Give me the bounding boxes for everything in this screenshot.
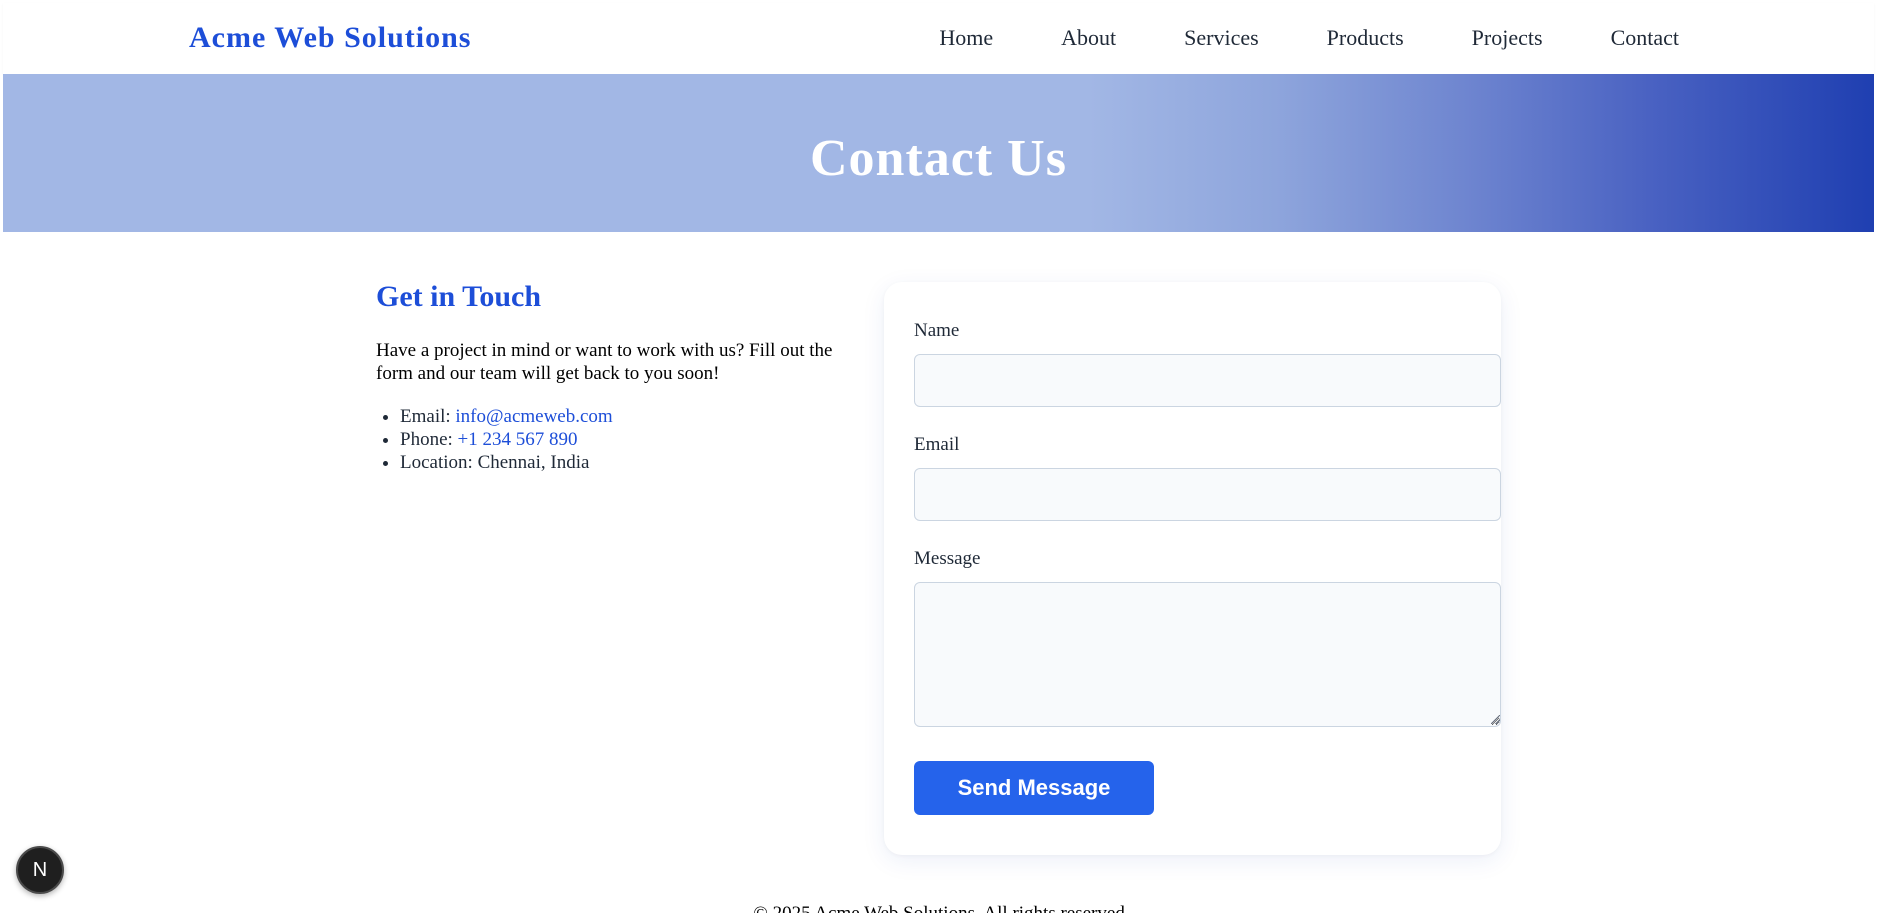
email-label-form: Email	[914, 434, 960, 455]
nav-item-contact[interactable]: Contact	[1611, 25, 1679, 51]
page: Acme Web Solutions Home About Services P…	[0, 0, 1883, 913]
contact-details-list: Email: info@acmeweb.com Phone: +1 234 56…	[376, 405, 846, 474]
contact-phone-item: Phone: +1 234 567 890	[400, 428, 846, 451]
contact-location-item: Location: Chennai, India	[400, 451, 846, 474]
section-title: Get in Touch	[376, 280, 542, 313]
message-textarea[interactable]	[914, 582, 1501, 727]
nextjs-dev-indicator-button[interactable]: N	[16, 846, 64, 894]
nav-item-about[interactable]: About	[1061, 25, 1116, 51]
location-label: Location:	[400, 452, 473, 473]
contact-email-item: Email: info@acmeweb.com	[400, 405, 846, 428]
contact-info: Get in Touch Have a project in mind or w…	[376, 280, 846, 474]
nextjs-logo-icon: N	[32, 859, 48, 881]
send-message-button[interactable]: Send Message	[914, 761, 1154, 815]
main-nav: Home About Services Products Projects Co…	[939, 25, 1679, 51]
email-input[interactable]	[914, 468, 1501, 521]
nav-item-home[interactable]: Home	[939, 25, 993, 51]
message-label: Message	[914, 548, 981, 569]
location-value: Chennai, India	[477, 452, 590, 473]
phone-label: Phone:	[400, 429, 453, 450]
name-input[interactable]	[914, 354, 1501, 407]
footer-copyright: © 2025 Acme Web Solutions. All rights re…	[0, 903, 1883, 913]
contact-form: Name Email Message Send Message	[884, 282, 1501, 855]
intro-text: Have a project in mind or want to work w…	[376, 340, 833, 384]
name-label: Name	[914, 320, 960, 341]
textarea-resize-handle[interactable]	[1491, 715, 1500, 724]
nav-item-products[interactable]: Products	[1327, 25, 1404, 51]
nav-item-projects[interactable]: Projects	[1472, 25, 1543, 51]
email-link[interactable]: info@acmeweb.com	[455, 406, 612, 427]
email-label: Email:	[400, 406, 451, 427]
site-header: Acme Web Solutions Home About Services P…	[3, 3, 1874, 74]
page-title: Contact Us	[810, 129, 1067, 187]
hero-banner: Contact Us	[3, 74, 1874, 232]
brand-logo-text[interactable]: Acme Web Solutions	[189, 21, 471, 55]
phone-link[interactable]: +1 234 567 890	[458, 429, 578, 450]
nav-item-services[interactable]: Services	[1184, 25, 1259, 51]
